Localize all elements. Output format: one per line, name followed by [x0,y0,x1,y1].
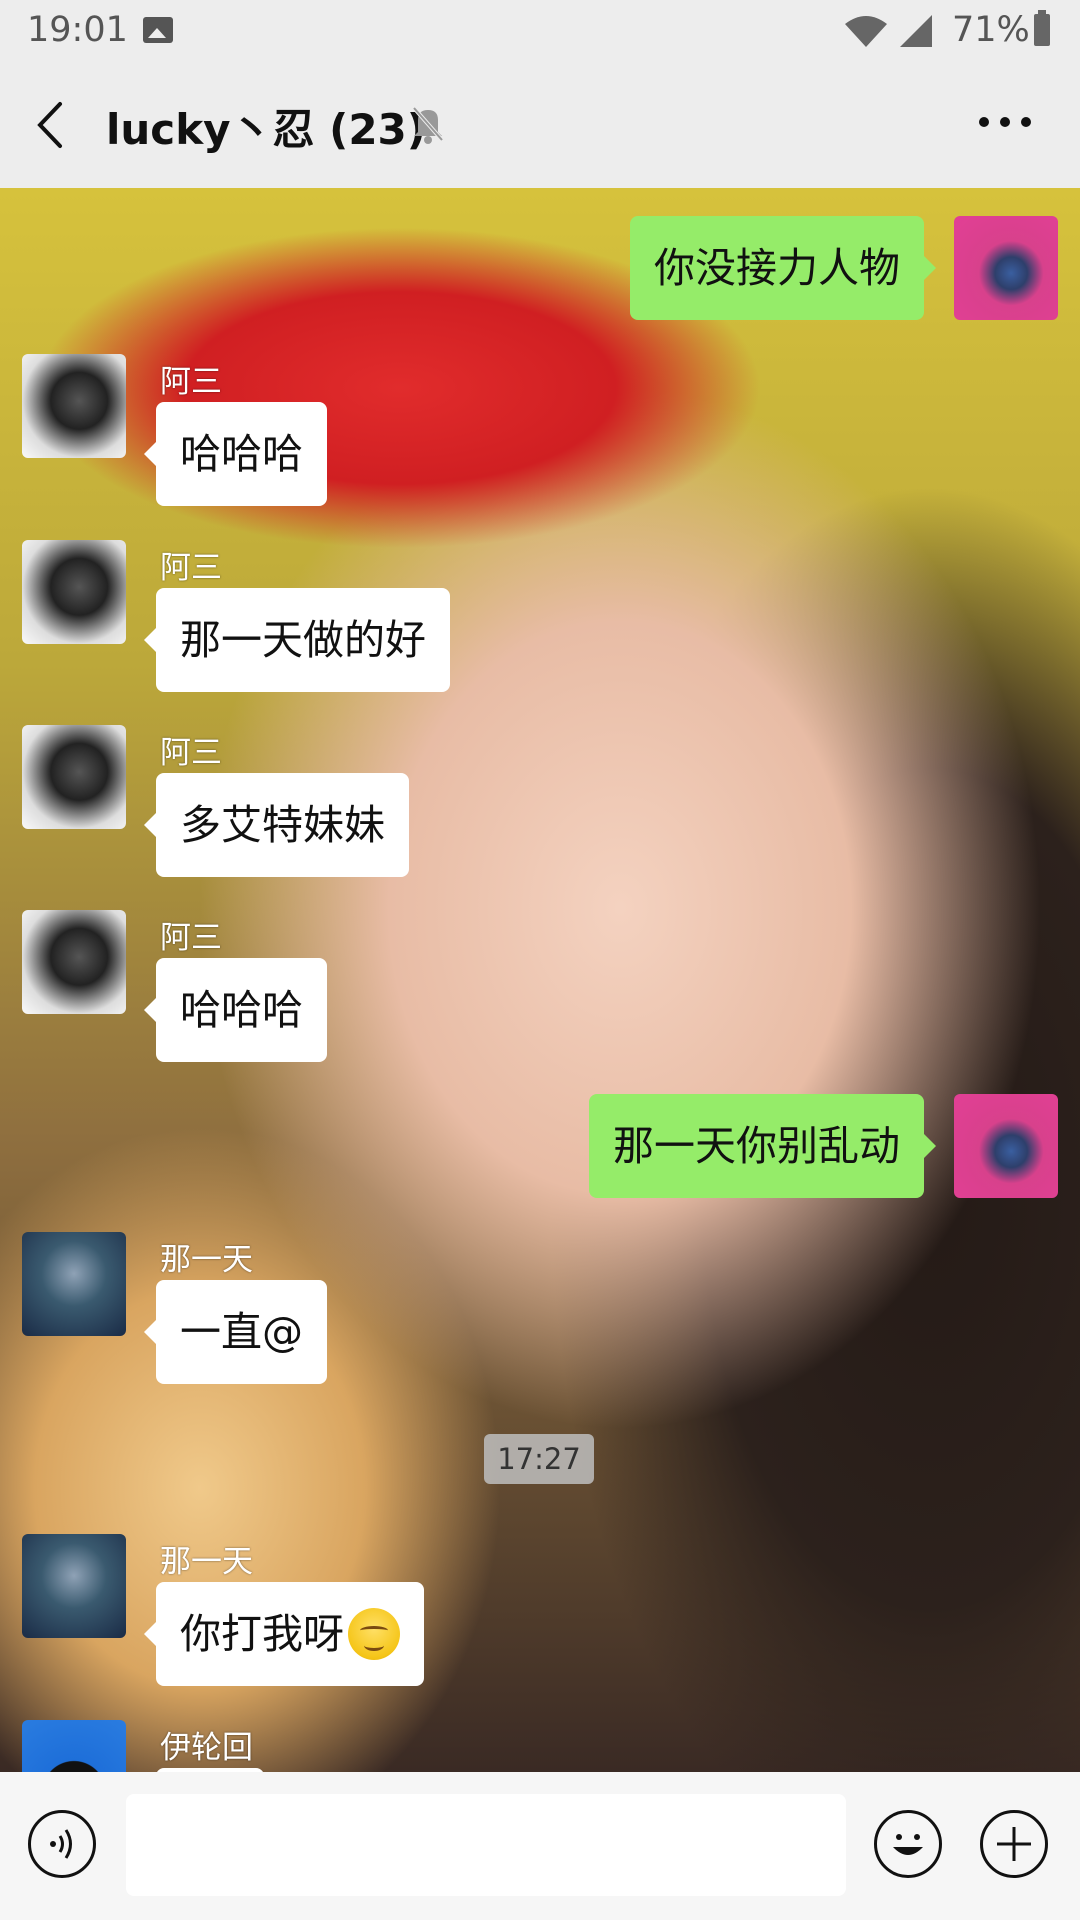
sender-name: 阿三 [160,550,222,586]
avatar[interactable] [22,1232,126,1336]
chat-area[interactable]: 你没接力人物 阿三 哈哈哈 阿三 那一天做的好 阿三 多艾特妹妹 阿三 哈哈哈 … [0,188,1080,1772]
message-bubble[interactable]: 多艾特妹妹 [144,773,409,877]
message-input[interactable] [126,1794,846,1896]
voice-icon [50,1829,72,1859]
sender-name: 阿三 [160,735,222,771]
message-bubble[interactable]: 那一天你别乱动 [589,1094,936,1198]
message-bubble[interactable]: 哈哈哈 [144,958,327,1062]
smirk-emoji-icon [348,1608,400,1660]
signal-icon [900,15,932,47]
plus-button[interactable] [980,1810,1048,1878]
chevron-left-icon[interactable] [30,98,74,152]
avatar[interactable] [22,354,126,458]
message-bubble[interactable]: 一直@ [144,1280,327,1384]
bell-muted-icon [412,106,444,144]
plus-icon [997,1827,1031,1861]
avatar[interactable] [22,540,126,644]
status-bar: 19:01 71% [0,0,1080,62]
message-timestamp: 17:27 [484,1434,594,1484]
avatar[interactable] [954,1094,1058,1198]
input-bar [0,1772,1080,1920]
message-bubble[interactable]: 哈哈哈 [144,402,327,506]
image-icon [143,17,173,43]
message-bubble[interactable]: 你没接力人物 [630,216,936,320]
message-bubble[interactable]: 那一天做的好 [144,588,450,692]
wifi-icon [845,16,887,47]
message-bubble[interactable]: 你打我呀 [144,1582,424,1686]
more-dots-icon[interactable] [978,112,1032,132]
avatar[interactable] [22,1534,126,1638]
smiley-icon [893,1834,923,1855]
sender-name: 那一天 [160,1242,253,1278]
emoji-button[interactable] [874,1810,942,1878]
sender-name: 那一天 [160,1544,253,1580]
sender-name: 伊轮回 [160,1730,253,1766]
sender-name: 阿三 [160,364,222,400]
battery-icon [1034,10,1050,46]
chat-header: lucky丶忍 (23) [0,62,1080,188]
message-text: 你打我呀 [180,1610,344,1658]
battery-percent: 71% [952,10,1030,50]
avatar[interactable] [22,910,126,1014]
sender-name: 阿三 [160,920,222,956]
voice-button[interactable] [28,1810,96,1878]
avatar[interactable] [22,1720,126,1772]
status-time: 19:01 [27,10,128,50]
avatar[interactable] [954,216,1058,320]
chat-title: lucky丶忍 (23) [106,105,426,154]
avatar[interactable] [22,725,126,829]
